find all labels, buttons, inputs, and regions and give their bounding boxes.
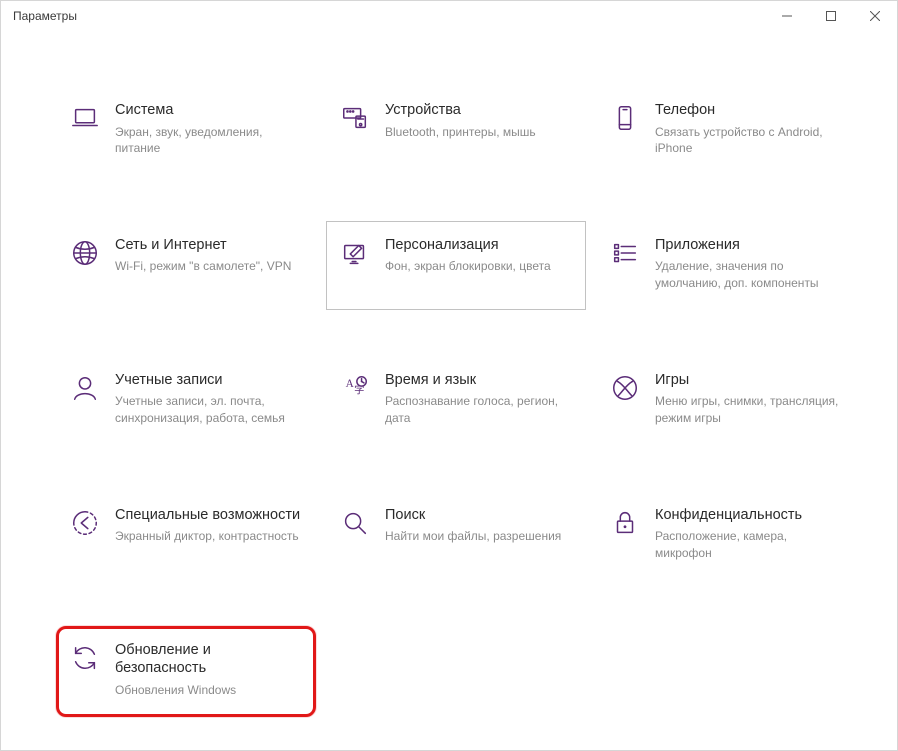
tile-title: Время и язык xyxy=(385,371,573,390)
window-controls xyxy=(765,1,897,31)
tile-accounts[interactable]: Учетные записи Учетные записи, эл. почта… xyxy=(56,356,316,445)
xbox-icon xyxy=(605,371,645,403)
tile-subtitle: Удаление, значения по умолчанию, доп. ко… xyxy=(655,258,843,290)
phone-icon xyxy=(605,101,645,133)
tile-gaming[interactable]: Игры Меню игры, снимки, трансляция, режи… xyxy=(596,356,856,445)
sync-icon xyxy=(65,641,105,673)
search-icon xyxy=(335,506,375,538)
tile-subtitle: Меню игры, снимки, трансляция, режим игр… xyxy=(655,393,843,425)
settings-content: Система Экран, звук, уведомления, питани… xyxy=(56,86,852,720)
tile-subtitle: Учетные записи, эл. почта, синхронизация… xyxy=(115,393,303,425)
tile-title: Обновление и безопасность xyxy=(115,641,303,678)
tile-subtitle: Экран, звук, уведомления, питание xyxy=(115,124,303,156)
tile-phone[interactable]: Телефон Связать устройство с Android, iP… xyxy=(596,86,856,175)
tile-ease-of-access[interactable]: Специальные возможности Экранный диктор,… xyxy=(56,491,316,580)
tile-title: Учетные записи xyxy=(115,371,303,390)
tile-subtitle: Wi-Fi, режим "в самолете", VPN xyxy=(115,258,303,274)
tile-subtitle: Фон, экран блокировки, цвета xyxy=(385,258,573,274)
tile-title: Устройства xyxy=(385,101,573,120)
lock-icon xyxy=(605,506,645,538)
tile-subtitle: Найти мои файлы, разрешения xyxy=(385,528,573,544)
tile-title: Сеть и Интернет xyxy=(115,236,303,255)
apps-list-icon xyxy=(605,236,645,268)
tile-title: Персонализация xyxy=(385,236,573,255)
tile-title: Поиск xyxy=(385,506,573,525)
tile-title: Телефон xyxy=(655,101,843,120)
close-button[interactable] xyxy=(853,1,897,31)
tile-time-language[interactable]: A 字 Время и язык Распознавание голоса, р… xyxy=(326,356,586,445)
tile-update-security[interactable]: Обновление и безопасность Обновления Win… xyxy=(56,626,316,717)
minimize-button[interactable] xyxy=(765,1,809,31)
settings-window: Параметры Система xyxy=(0,0,898,751)
tile-subtitle: Распознавание голоса, регион, дата xyxy=(385,393,573,425)
tile-title: Приложения xyxy=(655,236,843,255)
person-icon xyxy=(65,371,105,403)
tile-subtitle: Связать устройство с Android, iPhone xyxy=(655,124,843,156)
maximize-button[interactable] xyxy=(809,1,853,31)
tile-personalization[interactable]: Персонализация Фон, экран блокировки, цв… xyxy=(326,221,586,310)
tile-title: Специальные возможности xyxy=(115,506,303,525)
tile-devices[interactable]: Устройства Bluetooth, принтеры, мышь xyxy=(326,86,586,175)
tile-network[interactable]: Сеть и Интернет Wi-Fi, режим "в самолете… xyxy=(56,221,316,310)
devices-icon xyxy=(335,101,375,133)
tile-title: Конфиденциальность xyxy=(655,506,843,525)
personalization-icon xyxy=(335,236,375,268)
globe-icon xyxy=(65,236,105,268)
titlebar: Параметры xyxy=(1,1,897,31)
tile-subtitle: Bluetooth, принтеры, мышь xyxy=(385,124,573,140)
time-language-icon: A 字 xyxy=(335,371,375,403)
laptop-icon xyxy=(65,101,105,133)
category-grid: Система Экран, звук, уведомления, питани… xyxy=(56,86,852,717)
tile-apps[interactable]: Приложения Удаление, значения по умолчан… xyxy=(596,221,856,310)
tile-system[interactable]: Система Экран, звук, уведомления, питани… xyxy=(56,86,316,175)
tile-subtitle: Обновления Windows xyxy=(115,682,303,698)
accessibility-icon xyxy=(65,506,105,538)
tile-subtitle: Расположение, камера, микрофон xyxy=(655,528,843,560)
window-title: Параметры xyxy=(13,9,77,23)
tile-title: Игры xyxy=(655,371,843,390)
tile-title: Система xyxy=(115,101,303,120)
tile-subtitle: Экранный диктор, контрастность xyxy=(115,528,303,544)
tile-search[interactable]: Поиск Найти мои файлы, разрешения xyxy=(326,491,586,580)
tile-privacy[interactable]: Конфиденциальность Расположение, камера,… xyxy=(596,491,856,580)
